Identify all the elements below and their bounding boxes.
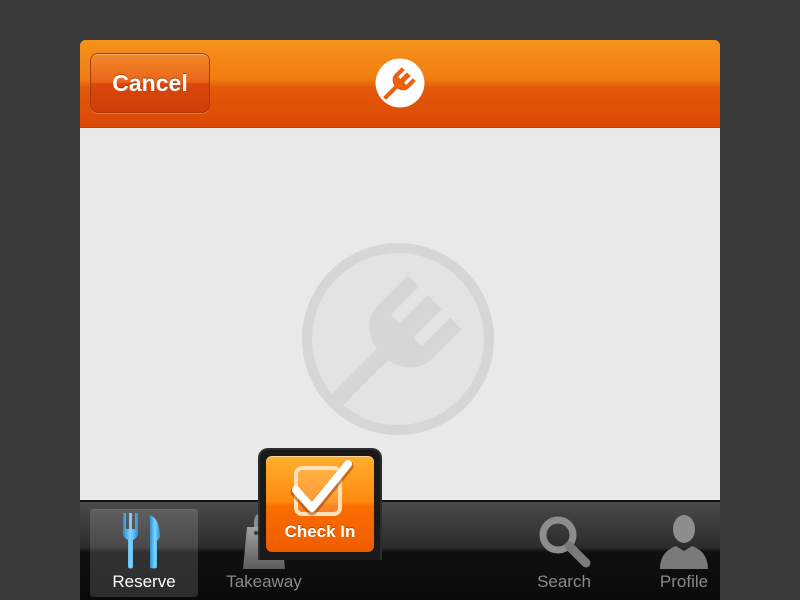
fork-logo-watermark-icon <box>302 243 494 435</box>
check-in-button[interactable]: Check In <box>266 456 374 552</box>
fork-knife-icon <box>123 513 160 569</box>
tab-reserve[interactable]: Reserve <box>90 509 198 597</box>
tab-label-takeaway: Takeaway <box>226 572 302 591</box>
fork-logo-icon <box>375 58 425 108</box>
app-window: Cancel Reserve Takeaway Search Profile <box>80 40 720 600</box>
magnifier-icon <box>539 516 591 568</box>
check-in-raised-frame: Check In <box>258 448 382 560</box>
tab-label-reserve: Reserve <box>112 572 176 591</box>
tab-label-search: Search <box>537 572 591 591</box>
navigation-bar: Cancel <box>80 40 720 128</box>
person-icon <box>660 515 708 569</box>
tab-search[interactable]: Search <box>510 509 618 597</box>
cancel-button[interactable]: Cancel <box>90 53 210 113</box>
checkmark-icon <box>290 460 354 516</box>
tab-bar: Reserve Takeaway Search Profile <box>80 500 720 600</box>
content-area <box>80 128 720 500</box>
check-in-label: Check In <box>284 522 356 541</box>
tab-profile[interactable]: Profile <box>630 509 720 597</box>
tab-label-profile: Profile <box>659 572 709 591</box>
